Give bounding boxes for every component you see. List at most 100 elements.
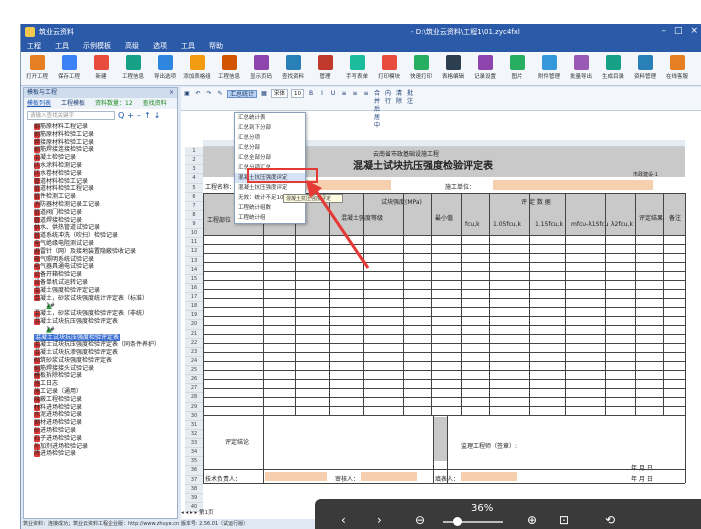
- tree-item[interactable]: 供水、供热管道试验记录: [24, 224, 177, 232]
- tree-item[interactable]: 混凝土强度检验评定记录: [24, 287, 177, 295]
- underline-icon[interactable]: U: [329, 90, 337, 98]
- tree-item[interactable]: 石子进场检验记录: [24, 435, 177, 443]
- ribbon-button-19[interactable]: 资料管理: [629, 52, 661, 86]
- close-icon[interactable]: ×: [690, 26, 698, 36]
- reviewer-field[interactable]: [361, 472, 417, 481]
- menu-item-help[interactable]: 帮助: [209, 40, 223, 52]
- tech-leader-field[interactable]: [265, 472, 327, 481]
- tree-item[interactable]: 钢筋原材料工程记录: [24, 123, 177, 131]
- tree-item[interactable]: 混凝土，砂浆试块强度检验评定表（非统）: [24, 310, 177, 318]
- minimize-icon[interactable]: –: [661, 26, 666, 36]
- tree-item[interactable]: 钢材进场检验记录: [24, 419, 177, 427]
- save-icon[interactable]: ▣: [183, 90, 191, 98]
- tree-item[interactable]: 防水卷材检验记录: [24, 170, 177, 178]
- tree-item[interactable]: 设备单机试运转记录: [24, 279, 177, 287]
- ribbon-button-10[interactable]: 手写表单: [341, 52, 373, 86]
- font-size-select[interactable]: 10: [291, 89, 305, 98]
- tree-item[interactable]: 混凝土，砂浆试块强度统计评定表（标准）: [24, 295, 177, 303]
- ribbon-button-13[interactable]: 表格编辑: [437, 52, 469, 86]
- menu-item[interactable]: 工程统计组数: [235, 203, 305, 213]
- tree-item[interactable]: 电气器具通电试验记录: [24, 263, 177, 271]
- add-icon[interactable]: +: [127, 111, 134, 120]
- menu-item-options[interactable]: 选项: [153, 40, 167, 52]
- tree-item[interactable]: 砂进场检验记录: [24, 427, 177, 435]
- ribbon-button-6[interactable]: 工程信息: [213, 52, 245, 86]
- ribbon-button-1[interactable]: 保存工程: [53, 52, 85, 86]
- zoom-slider[interactable]: [443, 521, 503, 523]
- tree-item[interactable]: 施工记录（通用）: [24, 388, 177, 396]
- menu-item-project[interactable]: 工程: [27, 40, 41, 52]
- ribbon-button-17[interactable]: 批量导出: [565, 52, 597, 86]
- tree-item[interactable]: 混凝土检验记录: [24, 154, 177, 162]
- summary-stats-button[interactable]: 汇总统计: [227, 89, 258, 98]
- ribbon-button-11[interactable]: 打印模块: [373, 52, 405, 86]
- tree-item[interactable]: 钢筋原材料检验工记录: [24, 131, 177, 139]
- tab-find-material[interactable]: 查找资料: [143, 98, 167, 109]
- align-center-icon[interactable]: ≡: [351, 90, 359, 98]
- menu-item[interactable]: 汇总统计表: [235, 113, 305, 123]
- format-painter-icon[interactable]: ✎: [216, 90, 224, 98]
- zoom-in-icon[interactable]: ⊕: [527, 513, 537, 527]
- clear-button[interactable]: 清除: [395, 90, 403, 105]
- menu-item[interactable]: 汇总到下分部: [235, 123, 305, 133]
- ribbon-button-12[interactable]: 快速打印: [405, 52, 437, 86]
- tree-item[interactable]: 设备开箱检验记录: [24, 271, 177, 279]
- undo-icon[interactable]: ↶: [194, 90, 202, 98]
- menu-item-templates[interactable]: 示例模板: [83, 40, 111, 52]
- maximize-icon[interactable]: □: [674, 26, 683, 36]
- tree-item[interactable]: 砖进场检验记录: [24, 450, 177, 458]
- fit-icon[interactable]: ⊡: [559, 513, 569, 527]
- tree-item[interactable]: 消防器材检测记录工记录: [24, 201, 177, 209]
- menu-item[interactable]: 汇总分项: [235, 133, 305, 143]
- zoom-out-icon[interactable]: ⊖: [415, 513, 425, 527]
- rotate-icon[interactable]: ⟲: [605, 513, 615, 527]
- tab-template-list[interactable]: 模板列表: [27, 98, 51, 109]
- ribbon-button-7[interactable]: 显示页码: [245, 52, 277, 86]
- ribbon-button-2[interactable]: 新建: [85, 52, 117, 86]
- move-down-icon[interactable]: ↓: [154, 111, 161, 120]
- ribbon-button-16[interactable]: 附件管理: [533, 52, 565, 86]
- font-select[interactable]: 宋体: [271, 89, 289, 98]
- close-panel-icon[interactable]: ×: [169, 88, 174, 98]
- construction-unit-field[interactable]: [493, 180, 653, 190]
- ribbon-button-0[interactable]: 打开工程: [21, 52, 53, 86]
- ribbon-button-15[interactable]: 图片: [501, 52, 533, 86]
- ribbon-button-8[interactable]: 查找资料: [277, 52, 309, 86]
- tree-item[interactable]: 1#: [24, 302, 177, 310]
- ribbon-button-18[interactable]: 生成目录: [597, 52, 629, 86]
- zoom-slider-knob[interactable]: [453, 517, 462, 526]
- tab-project-template[interactable]: 工程模板: [61, 98, 85, 109]
- menu-item[interactable]: 工程统计组: [235, 213, 305, 223]
- ribbon-button-3[interactable]: 工程信息: [117, 52, 149, 86]
- merge-center-button[interactable]: 合并后居中: [373, 90, 381, 129]
- menu-item-advanced[interactable]: 高级: [125, 40, 139, 52]
- grid-icon[interactable]: ▦: [260, 90, 268, 98]
- menu-item[interactable]: 汇总全部分部: [235, 153, 305, 163]
- menu-item[interactable]: 混凝土抗压强度评定: [235, 183, 305, 193]
- sheet-nav-icon[interactable]: ◂ ◂ ▸ ▸: [181, 510, 199, 516]
- next-icon[interactable]: ›: [377, 513, 382, 527]
- tree-item[interactable]: 管道材料检验工程记录: [24, 185, 177, 193]
- bold-icon[interactable]: B: [307, 90, 315, 98]
- prev-icon[interactable]: ‹: [341, 513, 346, 527]
- tree-item[interactable]: 管件检测工记录: [24, 193, 177, 201]
- tree-item[interactable]: 隐蔽工程检验记录: [24, 396, 177, 404]
- tree-item[interactable]: 管道系统冲洗（吹扫）检验记录: [24, 232, 177, 240]
- tree-item[interactable]: 砌筑砂浆试块强度检验评定表: [24, 357, 177, 365]
- ribbon-button-4[interactable]: 导出选项: [149, 52, 181, 86]
- comment-button[interactable]: 批注: [406, 90, 414, 105]
- redo-icon[interactable]: ↷: [205, 90, 213, 98]
- tree-item[interactable]: 混凝土试块抗压强度检验评定表: [24, 318, 177, 326]
- recorder-field[interactable]: [461, 472, 517, 481]
- italic-icon[interactable]: I: [318, 90, 326, 98]
- search-input[interactable]: 请输入查找关键字: [27, 111, 115, 120]
- ribbon-button-9[interactable]: 管理: [309, 52, 341, 86]
- align-left-icon[interactable]: ≡: [340, 90, 348, 98]
- menu-item[interactable]: 汇总分部: [235, 143, 305, 153]
- tree-item[interactable]: 1#: [24, 326, 177, 334]
- search-icon[interactable]: Q: [118, 111, 124, 120]
- tree-item[interactable]: 防水涂料检测记录: [24, 162, 177, 170]
- move-up-icon[interactable]: ↑: [144, 111, 151, 120]
- menu-item-tools[interactable]: 工具: [55, 40, 69, 52]
- ribbon-button-14[interactable]: 记录设置: [469, 52, 501, 86]
